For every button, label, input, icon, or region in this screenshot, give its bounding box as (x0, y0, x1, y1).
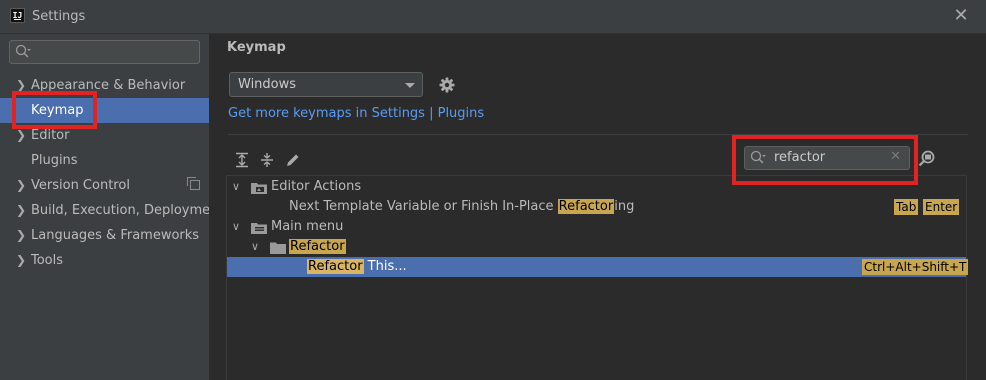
sidebar-item-label: Tools (31, 253, 64, 268)
search-match-highlight: Refactor (289, 239, 346, 254)
tree-row-label: Refactor (289, 237, 346, 257)
get-more-keymaps-link[interactable]: Get more keymaps in Settings | Plugins (228, 106, 484, 121)
tree-row-refactor-this[interactable]: Refactor This... Ctrl+Alt+Shift+T (227, 257, 969, 277)
chevron-down-icon[interactable]: ∨ (231, 177, 241, 197)
window-title: Settings (32, 9, 86, 24)
tree-row-label: Editor Actions (271, 179, 362, 194)
label-prefix: Next Template Variable or Finish In-Plac… (289, 199, 558, 214)
gear-icon[interactable] (438, 76, 456, 94)
search-icon (15, 44, 31, 58)
keymap-panel: Keymap Windows Get more keymaps in Setti… (209, 34, 986, 380)
sidebar-item-label: Plugins (31, 153, 78, 168)
menu-folder-icon (251, 223, 267, 234)
settings-sidebar: ❯ Appearance & Behavior Keymap ❯ Editor … (0, 34, 223, 380)
expand-all-icon[interactable] (234, 152, 250, 168)
chevron-right-icon[interactable]: ❯ (16, 248, 26, 273)
sidebar-item-version-control[interactable]: ❯ Version Control (0, 173, 209, 198)
sidebar-item-label: Build, Execution, Deployment (31, 203, 224, 218)
chevron-right-icon[interactable]: ❯ (16, 198, 26, 223)
shortcut-badge: Ctrl+Alt+Shift+T (862, 259, 969, 275)
folder-actions-icon (251, 183, 267, 194)
collapse-all-icon[interactable] (259, 152, 275, 168)
intellij-app-icon: IJ (10, 8, 25, 23)
label-suffix: ing (614, 199, 635, 214)
keymap-select-value: Windows (238, 77, 297, 92)
chevron-right-icon[interactable]: ❯ (16, 173, 26, 198)
keymap-select[interactable]: Windows (229, 72, 423, 97)
sidebar-item-plugins[interactable]: Plugins (0, 148, 209, 173)
folder-icon (270, 242, 286, 254)
tree-row-label: Main menu (271, 219, 344, 234)
sidebar-item-languages-frameworks[interactable]: ❯ Languages & Frameworks (0, 223, 209, 248)
sidebar-item-label: Version Control (31, 178, 130, 193)
settings-search-input[interactable] (9, 40, 200, 64)
tree-row-main-menu[interactable]: ∨ Main menu (227, 217, 966, 237)
page-title: Keymap (227, 40, 286, 55)
sidebar-item-tools[interactable]: ❯ Tools (0, 248, 209, 273)
sidebar-item-label: Languages & Frameworks (31, 228, 200, 243)
close-icon[interactable]: ✕ (950, 5, 972, 27)
keymap-highlight-box (12, 91, 97, 129)
shortcut-badge: Enter (923, 199, 960, 215)
title-bar: IJ Settings ✕ (0, 0, 986, 34)
edit-icon[interactable] (285, 152, 301, 168)
find-by-shortcut-icon[interactable] (917, 149, 937, 169)
label-suffix: This... (363, 259, 407, 274)
sidebar-item-build-execution-deployment[interactable]: ❯ Build, Execution, Deployment (0, 198, 223, 223)
search-match-highlight: Refactor (557, 199, 615, 214)
shortcut-badge: Tab (894, 199, 919, 215)
tree-row-next-template-variable[interactable]: Next Template Variable or Finish In-Plac… (227, 197, 966, 217)
tree-row-label: Next Template Variable or Finish In-Plac… (289, 197, 634, 217)
search-highlight-box (732, 135, 918, 185)
chevron-right-icon[interactable]: ❯ (16, 223, 26, 248)
copy-icon (187, 177, 200, 190)
chevron-down-icon[interactable]: ∨ (250, 237, 260, 257)
tree-row-label: Refactor This... (307, 257, 407, 277)
keymap-tree: ∨ Editor Actions Next Template Variable … (226, 175, 969, 380)
chevron-down-icon (405, 83, 415, 88)
search-match-highlight: Refactor (307, 259, 364, 274)
chevron-down-icon[interactable]: ∨ (231, 217, 241, 237)
tree-row-refactor[interactable]: ∨ Refactor (227, 237, 966, 257)
